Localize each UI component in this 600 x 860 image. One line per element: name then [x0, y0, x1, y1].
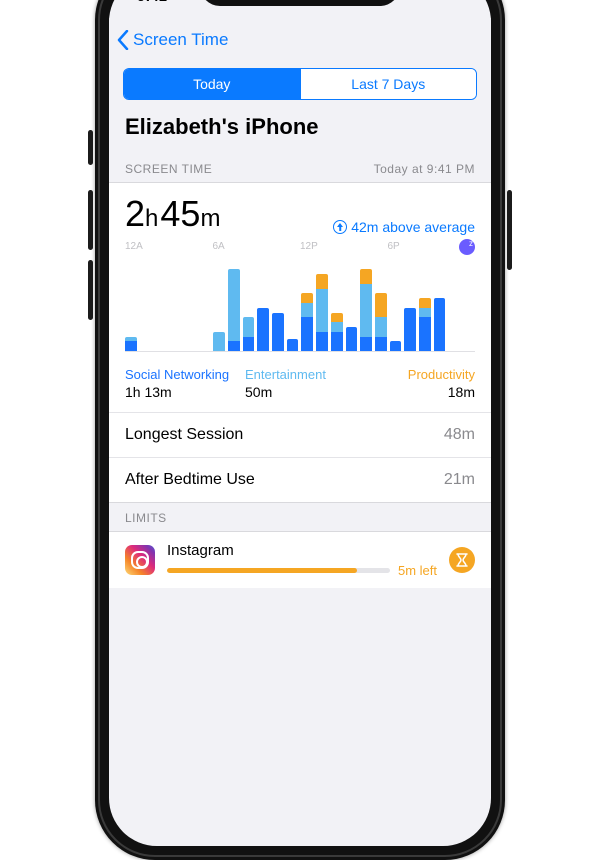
chevron-left-icon — [117, 30, 129, 50]
statusbar-time: 9:41 — [137, 0, 167, 5]
chart-bar-hour-13 — [316, 274, 328, 351]
limit-remaining-text: 5m left — [398, 563, 437, 578]
tab-today[interactable]: Today — [124, 69, 300, 99]
limit-app-name: Instagram — [167, 542, 437, 559]
time-range-segmented: Today Last 7 Days — [123, 68, 477, 100]
limit-row-instagram[interactable]: Instagram 5m left — [109, 531, 491, 588]
chart-bar-hour-14 — [331, 313, 343, 351]
category-social[interactable]: Social Networking 1h 13m — [125, 367, 235, 400]
chart-bar-hour-20 — [419, 298, 431, 351]
arrow-up-circle-icon — [333, 220, 347, 234]
category-productivity[interactable]: Productivity 18m — [365, 367, 475, 400]
limit-progress-bar — [167, 568, 390, 573]
chart-bar-hour-19 — [404, 308, 416, 351]
chart-bar-hour-16 — [360, 269, 372, 351]
hourly-usage-chart[interactable]: 12A6A 12P6P — [125, 241, 475, 351]
category-breakdown: Social Networking 1h 13m Entertainment 5… — [109, 357, 491, 413]
notch — [200, 0, 400, 6]
section-header-label: SCREEN TIME — [125, 162, 212, 176]
instagram-app-icon — [125, 545, 155, 575]
chart-bar-hour-18 — [390, 341, 402, 351]
total-usage: 2h45m — [125, 193, 220, 235]
usage-delta-above-average: 42m above average — [333, 219, 475, 235]
chart-bar-hour-11 — [287, 339, 299, 351]
screen-time-section-header: SCREEN TIME Today at 9:41 PM — [109, 154, 491, 182]
chart-bar-hour-0 — [125, 337, 137, 351]
chart-bar-hour-9 — [257, 308, 269, 351]
tab-last-7-days[interactable]: Last 7 Days — [300, 69, 477, 99]
chart-bar-hour-21 — [434, 298, 446, 351]
chart-bar-hour-12 — [301, 293, 313, 351]
device-title: Elizabeth's iPhone — [109, 110, 491, 154]
back-label: Screen Time — [133, 30, 228, 50]
section-header-timestamp: Today at 9:41 PM — [374, 162, 475, 176]
bedtime-moon-icon — [459, 239, 475, 255]
chart-bar-hour-8 — [243, 317, 255, 351]
chart-bar-hour-7 — [228, 269, 240, 351]
hourglass-icon — [449, 547, 475, 573]
stat-after-bedtime[interactable]: After Bedtime Use 21m — [109, 457, 491, 502]
phone-frame: 9:41 Screen Time Today Last 7 Days — [95, 0, 505, 860]
back-button[interactable]: Screen Time — [117, 30, 228, 50]
chart-bar-hour-10 — [272, 313, 284, 351]
chart-x-axis: 12A6A 12P6P — [125, 241, 475, 252]
chart-bar-hour-15 — [346, 327, 358, 351]
chart-bar-hour-17 — [375, 293, 387, 351]
chart-bar-hour-6 — [213, 332, 225, 351]
screen: 9:41 Screen Time Today Last 7 Days — [109, 0, 491, 846]
screen-time-card: 2h45m 42m above average 12A6A 12P6P — [109, 182, 491, 503]
nav-bar: Screen Time — [109, 18, 491, 62]
category-entertainment[interactable]: Entertainment 50m — [245, 367, 355, 400]
stat-longest-session[interactable]: Longest Session 48m — [109, 413, 491, 457]
usage-delta-text: 42m above average — [351, 219, 475, 235]
limits-section-header: LIMITS — [109, 503, 491, 531]
